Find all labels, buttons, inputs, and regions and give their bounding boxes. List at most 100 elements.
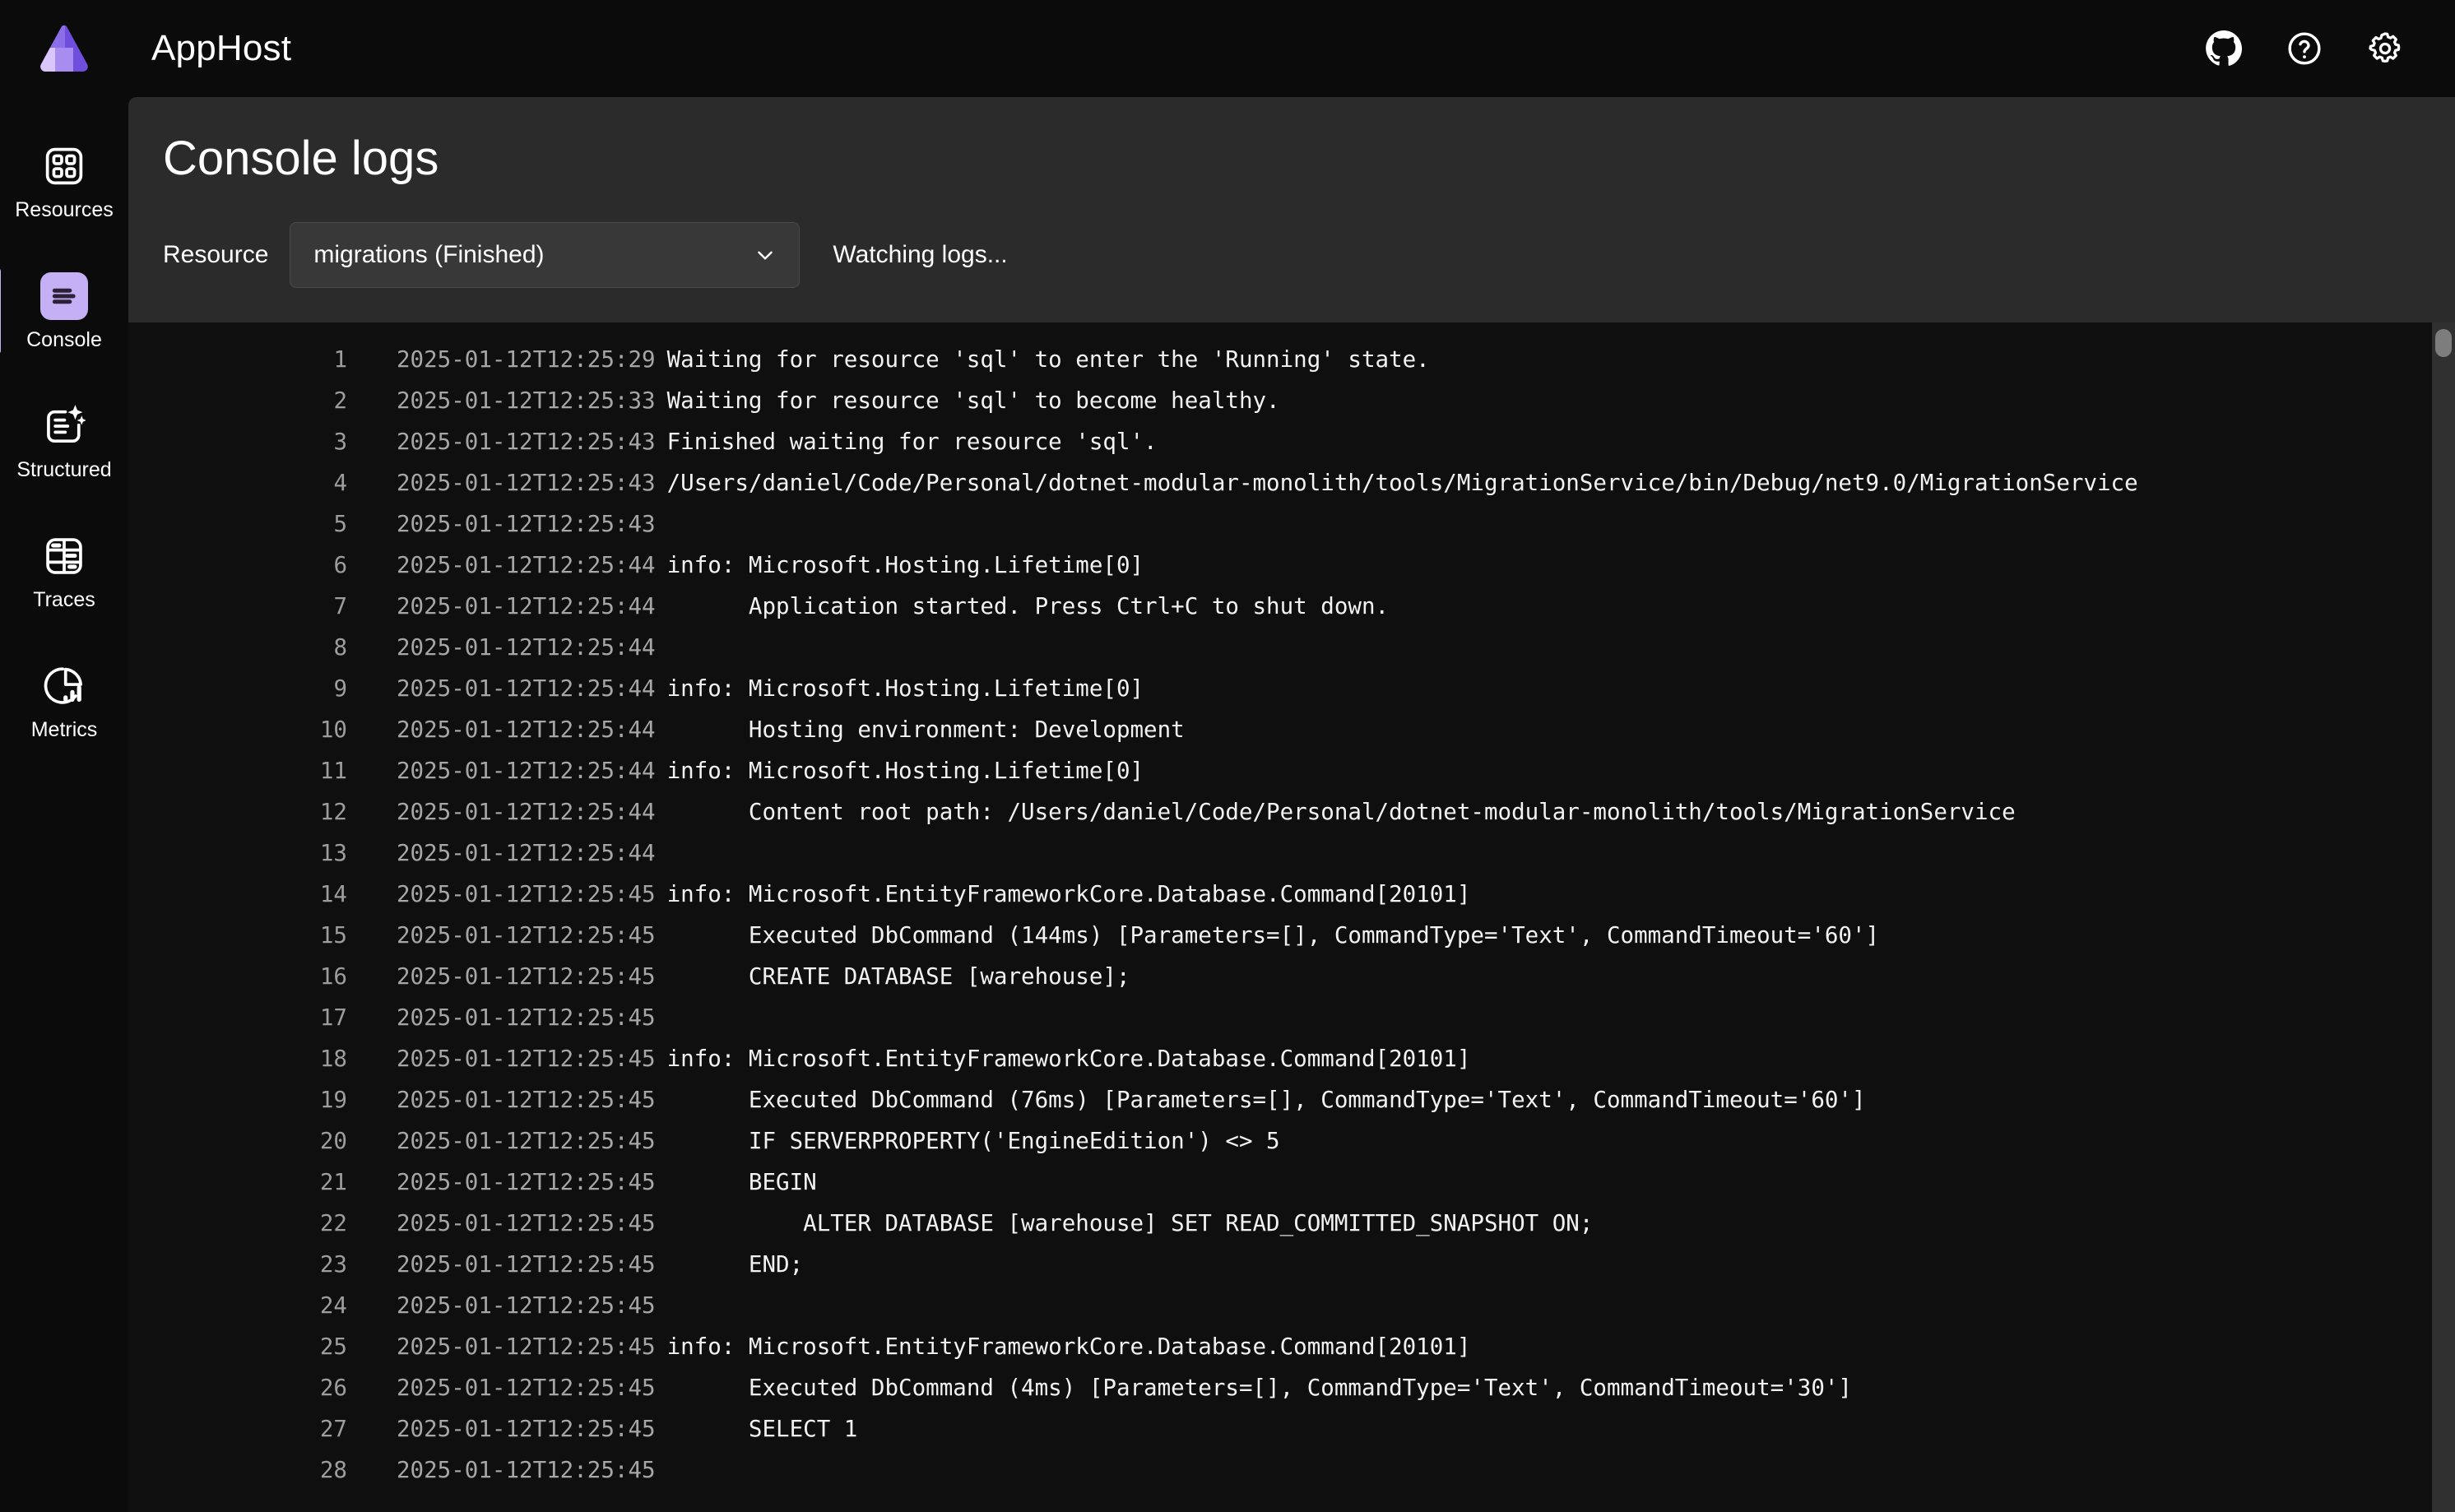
log-line-number: 24 <box>319 1292 347 1319</box>
log-line-number: 19 <box>319 1087 347 1113</box>
log-line: 26 2025-01-12T12:25:45 Executed DbCommand… <box>128 1367 2455 1408</box>
log-timestamp: 2025-01-12T12:25:45 <box>397 1169 656 1195</box>
sidebar-item-console[interactable]: Console <box>0 250 122 372</box>
log-timestamp: 2025-01-12T12:25:44 <box>397 675 656 702</box>
log-line: 21 2025-01-12T12:25:45 BEGIN <box>128 1162 2455 1203</box>
log-line-number: 7 <box>333 593 347 619</box>
log-line-number: 16 <box>319 963 347 990</box>
log-line: 11 2025-01-12T12:25:44 info: Microsoft.Hos… <box>128 750 2455 791</box>
log-line-number: 26 <box>319 1375 347 1401</box>
resource-select-value: migrations (Finished) <box>313 240 545 268</box>
log-message: END; <box>666 1251 804 1278</box>
log-timestamp: 2025-01-12T12:25:44 <box>397 799 656 825</box>
log-line: 23 2025-01-12T12:25:45 END; <box>128 1244 2455 1285</box>
log-timestamp: 2025-01-12T12:25:44 <box>397 717 656 743</box>
log-line-number: 4 <box>333 470 347 496</box>
log-line-number: 14 <box>319 881 347 907</box>
log-timestamp: 2025-01-12T12:25:44 <box>397 840 656 866</box>
log-message: Finished waiting for resource 'sql'. <box>666 429 1158 455</box>
log-message: SELECT 1 <box>666 1416 858 1442</box>
log-message: info: Microsoft.Hosting.Lifetime[0] <box>666 552 1144 578</box>
log-line: 22 2025-01-12T12:25:45 ALTER DATABASE [wa… <box>128 1203 2455 1244</box>
sidebar-item-traces[interactable]: Traces <box>7 510 122 632</box>
log-message: Content root path: /Users/daniel/Code/Pe… <box>666 799 2016 825</box>
page-header: Console logs <box>128 97 2455 187</box>
log-viewport[interactable]: 1 2025-01-12T12:25:29 Waiting for resource… <box>128 322 2455 1512</box>
log-timestamp: 2025-01-12T12:25:45 <box>397 1087 656 1113</box>
sidebar-item-label: Structured <box>16 457 112 481</box>
log-line-list: 1 2025-01-12T12:25:29 Waiting for resource… <box>128 322 2455 1491</box>
settings-icon[interactable] <box>2366 30 2404 67</box>
log-line: 4 2025-01-12T12:25:43/Users/daniel/Code/P… <box>128 462 2455 503</box>
log-timestamp: 2025-01-12T12:25:44 <box>397 634 656 661</box>
log-line: 17 2025-01-12T12:25:45 <box>128 997 2455 1038</box>
sidebar-item-label: Metrics <box>30 717 98 741</box>
log-message: Executed DbCommand (144ms) [Parameters=[… <box>666 922 1880 948</box>
console-icon <box>40 271 88 320</box>
log-line: 27 2025-01-12T12:25:45 SELECT 1 <box>128 1408 2455 1449</box>
log-scrollbar[interactable] <box>2432 322 2455 1512</box>
log-timestamp: 2025-01-12T12:25:45 <box>397 1251 656 1278</box>
log-timestamp: 2025-01-12T12:25:45 <box>397 1333 656 1360</box>
log-timestamp: 2025-01-12T12:25:45 <box>397 1128 656 1154</box>
content-area: Console logs Resource migrations (Finish… <box>128 97 2455 1512</box>
log-message: Waiting for resource 'sql' to become hea… <box>666 387 1280 414</box>
log-line: 7 2025-01-12T12:25:44 Application started… <box>128 586 2455 627</box>
log-message: Executed DbCommand (4ms) [Parameters=[],… <box>666 1375 1852 1401</box>
resource-select[interactable]: migrations (Finished) <box>290 221 801 288</box>
aspire-logo-icon <box>40 25 88 72</box>
log-line: 2 2025-01-12T12:25:33 Waiting for resource… <box>128 380 2455 421</box>
log-toolbar: Resource migrations (Finished) Watching … <box>128 187 2455 288</box>
watching-status: Watching logs... <box>833 240 1008 268</box>
github-icon[interactable] <box>2205 30 2243 67</box>
log-timestamp: 2025-01-12T12:25:45 <box>397 1457 656 1483</box>
resource-label: Resource <box>163 240 269 268</box>
log-line-number: 6 <box>333 552 347 578</box>
log-message: info: Microsoft.Hosting.Lifetime[0] <box>666 758 1144 784</box>
log-line-number: 10 <box>319 717 347 743</box>
help-icon[interactable] <box>2286 30 2323 67</box>
metrics-icon <box>40 662 88 710</box>
log-message: IF SERVERPROPERTY('EngineEdition') <> 5 <box>666 1128 1280 1154</box>
log-line: 3 2025-01-12T12:25:43 Finished waiting for… <box>128 421 2455 462</box>
log-line-number: 22 <box>319 1210 347 1236</box>
log-line-number: 23 <box>319 1251 347 1278</box>
log-line-number: 28 <box>319 1457 347 1483</box>
top-bar-actions <box>2205 30 2455 67</box>
log-line: 15 2025-01-12T12:25:45 Executed DbCommand… <box>128 915 2455 956</box>
grid-icon <box>40 142 88 190</box>
log-line: 8 2025-01-12T12:25:44 <box>128 627 2455 668</box>
sidebar-item-metrics[interactable]: Metrics <box>7 640 122 762</box>
log-line: 28 2025-01-12T12:25:45 <box>128 1449 2455 1491</box>
log-timestamp: 2025-01-12T12:25:43 <box>397 470 656 496</box>
top-bar: AppHost <box>0 0 2455 97</box>
log-message: BEGIN <box>666 1169 817 1195</box>
log-line-number: 1 <box>333 346 347 373</box>
log-message: info: Microsoft.EntityFrameworkCore.Data… <box>666 881 1471 907</box>
log-line-number: 27 <box>319 1416 347 1442</box>
log-timestamp: 2025-01-12T12:25:33 <box>397 387 656 414</box>
log-line: 6 2025-01-12T12:25:44 info: Microsoft.Host… <box>128 545 2455 586</box>
log-timestamp: 2025-01-12T12:25:45 <box>397 1292 656 1319</box>
sidebar-item-label: Resources <box>15 197 114 221</box>
sidebar-item-structured[interactable]: Structured <box>7 380 122 502</box>
log-timestamp: 2025-01-12T12:25:45 <box>397 963 656 990</box>
log-line-number: 20 <box>319 1128 347 1154</box>
log-timestamp: 2025-01-12T12:25:45 <box>397 1004 656 1031</box>
structured-logs-icon <box>40 402 88 450</box>
log-timestamp: 2025-01-12T12:25:45 <box>397 1046 656 1072</box>
log-message: info: Microsoft.Hosting.Lifetime[0] <box>666 675 1144 702</box>
sidebar-item-label: Traces <box>33 587 95 611</box>
log-line-number: 21 <box>319 1169 347 1195</box>
log-timestamp: 2025-01-12T12:25:45 <box>397 1375 656 1401</box>
log-line: 14 2025-01-12T12:25:45 info: Microsoft.Ent… <box>128 874 2455 915</box>
log-line: 12 2025-01-12T12:25:44 Content root path:… <box>128 791 2455 833</box>
sidebar-item-resources[interactable]: Resources <box>7 120 122 242</box>
sidebar-item-label: Console <box>26 327 102 351</box>
log-timestamp: 2025-01-12T12:25:43 <box>397 429 656 455</box>
log-message: Waiting for resource 'sql' to enter the … <box>666 346 1430 373</box>
log-line-number: 15 <box>319 922 347 948</box>
log-message: info: Microsoft.EntityFrameworkCore.Data… <box>666 1046 1471 1072</box>
log-line: 13 2025-01-12T12:25:44 <box>128 833 2455 874</box>
log-scrollbar-thumb[interactable] <box>2435 329 2452 357</box>
